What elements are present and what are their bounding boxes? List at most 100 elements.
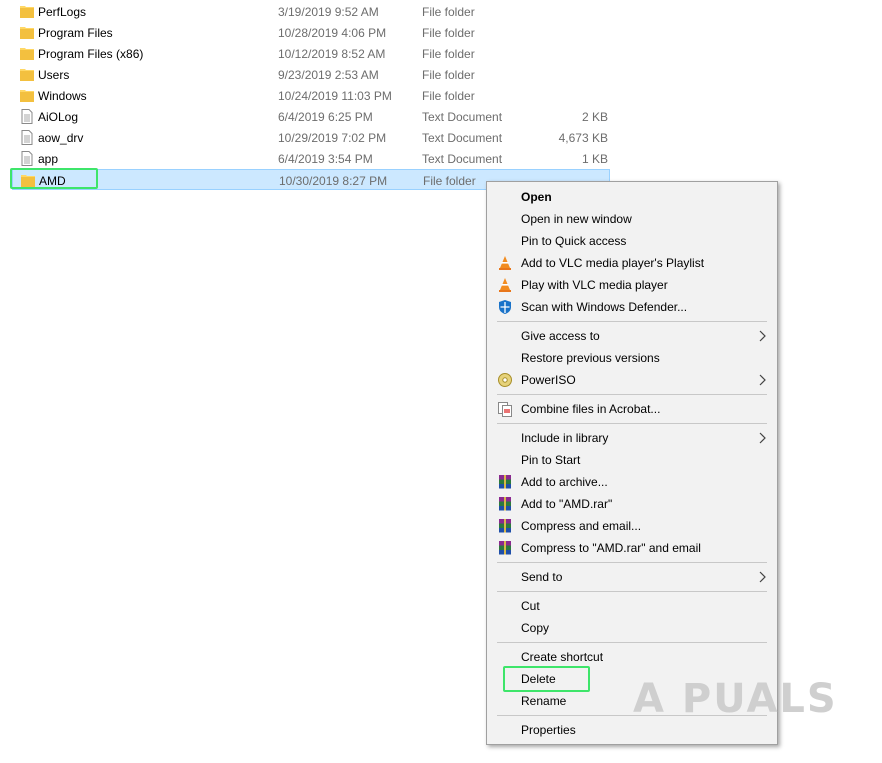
menu-item-label: Send to bbox=[521, 570, 563, 584]
winrar-icon bbox=[499, 497, 511, 511]
winrar-icon bbox=[499, 519, 511, 533]
file-type: Text Document bbox=[422, 110, 503, 124]
file-name: Windows bbox=[38, 89, 87, 103]
file-type: Text Document bbox=[422, 152, 503, 166]
file-type: File folder bbox=[422, 5, 475, 19]
file-type: File folder bbox=[422, 26, 475, 40]
file-row-users[interactable]: Users 9/23/2019 2:53 AM File folder bbox=[12, 64, 610, 85]
menu-item-compress-and-email[interactable]: Compress and email... bbox=[487, 515, 777, 537]
folder-icon bbox=[20, 69, 34, 81]
menu-item-add-to-amd-rar[interactable]: Add to "AMD.rar" bbox=[487, 493, 777, 515]
file-date: 10/24/2019 11:03 PM bbox=[278, 89, 392, 103]
file-name: app bbox=[38, 152, 59, 166]
file-date: 10/28/2019 4:06 PM bbox=[278, 26, 387, 40]
windows-defender-icon bbox=[499, 300, 511, 314]
file-row-program-files-x86[interactable]: Program Files (x86) 10/12/2019 8:52 AM F… bbox=[12, 43, 610, 64]
menu-item-add-to-vlc-playlist[interactable]: Add to VLC media player's Playlist bbox=[487, 252, 777, 274]
file-row-windows[interactable]: Windows 10/24/2019 11:03 PM File folder bbox=[12, 85, 610, 106]
folder-icon bbox=[20, 6, 34, 18]
chevron-right-icon bbox=[759, 432, 766, 444]
file-name: Users bbox=[38, 68, 70, 82]
menu-separator bbox=[497, 423, 767, 424]
menu-separator bbox=[497, 321, 767, 322]
menu-item-label: Add to archive... bbox=[521, 475, 608, 489]
poweriso-icon bbox=[498, 373, 512, 387]
menu-item-include-in-library[interactable]: Include in library bbox=[487, 427, 777, 449]
chevron-right-icon bbox=[759, 571, 766, 583]
menu-separator bbox=[497, 642, 767, 643]
menu-item-label: Add to VLC media player's Playlist bbox=[521, 256, 705, 270]
menu-item-pin-to-start[interactable]: Pin to Start bbox=[487, 449, 777, 471]
winrar-icon bbox=[499, 475, 511, 489]
file-date: 10/29/2019 7:02 PM bbox=[278, 131, 387, 145]
menu-item-label: Include in library bbox=[521, 431, 609, 445]
menu-item-create-shortcut[interactable]: Create shortcut bbox=[487, 646, 777, 668]
file-type: Text Document bbox=[422, 131, 503, 145]
menu-separator bbox=[497, 591, 767, 592]
file-name: Program Files bbox=[38, 26, 113, 40]
winrar-icon bbox=[499, 541, 511, 555]
menu-item-open-in-new-window[interactable]: Open in new window bbox=[487, 208, 777, 230]
file-date: 6/4/2019 3:54 PM bbox=[278, 152, 373, 166]
menu-item-pin-to-quick-access[interactable]: Pin to Quick access bbox=[487, 230, 777, 252]
menu-item-label: Cut bbox=[521, 599, 540, 613]
menu-item-label: Open in new window bbox=[521, 212, 632, 226]
menu-item-open[interactable]: Open bbox=[487, 186, 777, 208]
menu-item-label: PowerISO bbox=[521, 373, 576, 387]
vlc-icon bbox=[499, 256, 511, 270]
menu-item-add-to-archive[interactable]: Add to archive... bbox=[487, 471, 777, 493]
file-date: 9/23/2019 2:53 AM bbox=[278, 68, 379, 82]
file-name: PerfLogs bbox=[38, 5, 87, 19]
appuals-watermark: A PUALS bbox=[633, 676, 853, 726]
file-date: 6/4/2019 6:25 PM bbox=[278, 110, 373, 124]
file-date: 10/30/2019 8:27 PM bbox=[279, 174, 388, 188]
menu-item-copy[interactable]: Copy bbox=[487, 617, 777, 639]
folder-icon bbox=[20, 48, 34, 60]
menu-separator bbox=[497, 394, 767, 395]
acrobat-icon bbox=[498, 402, 512, 417]
menu-item-give-access-to[interactable]: Give access to bbox=[487, 325, 777, 347]
menu-item-label: Give access to bbox=[521, 329, 600, 343]
text-document-icon bbox=[21, 130, 33, 145]
file-date: 3/19/2019 9:52 AM bbox=[278, 5, 379, 19]
file-type: File folder bbox=[422, 68, 475, 82]
menu-item-combine-in-acrobat[interactable]: Combine files in Acrobat... bbox=[487, 398, 777, 420]
text-document-icon bbox=[21, 109, 33, 124]
file-name: AiOLog bbox=[38, 110, 79, 124]
file-size: 2 KB bbox=[581, 110, 608, 124]
menu-item-label: Copy bbox=[521, 621, 550, 635]
menu-separator bbox=[497, 562, 767, 563]
file-row-app[interactable]: app 6/4/2019 3:54 PM Text Document 1 KB bbox=[12, 148, 610, 169]
file-name: Program Files (x86) bbox=[38, 47, 144, 61]
text-document-icon bbox=[21, 151, 33, 166]
menu-item-poweriso[interactable]: PowerISO bbox=[487, 369, 777, 391]
file-size: 4,673 KB bbox=[558, 131, 608, 145]
vlc-icon bbox=[499, 278, 511, 292]
chevron-right-icon bbox=[759, 330, 766, 342]
delete-highlight-box bbox=[503, 666, 590, 692]
folder-icon bbox=[20, 27, 34, 39]
menu-item-label: Create shortcut bbox=[521, 650, 604, 664]
menu-item-compress-to-amd-rar-and-email[interactable]: Compress to "AMD.rar" and email bbox=[487, 537, 777, 559]
menu-item-label: Add to "AMD.rar" bbox=[521, 497, 613, 511]
file-size: 1 KB bbox=[581, 152, 608, 166]
file-name: aow_drv bbox=[38, 131, 84, 145]
file-row-perflogs[interactable]: PerfLogs 3/19/2019 9:52 AM File folder bbox=[12, 1, 610, 22]
menu-item-cut[interactable]: Cut bbox=[487, 595, 777, 617]
menu-item-send-to[interactable]: Send to bbox=[487, 566, 777, 588]
menu-item-label: Open bbox=[521, 190, 552, 204]
file-row-program-files[interactable]: Program Files 10/28/2019 4:06 PM File fo… bbox=[12, 22, 610, 43]
menu-item-scan-with-defender[interactable]: Scan with Windows Defender... bbox=[487, 296, 777, 318]
file-row-aiolog[interactable]: AiOLog 6/4/2019 6:25 PM Text Document 2 … bbox=[12, 106, 610, 127]
file-type: File folder bbox=[422, 89, 475, 103]
chevron-right-icon bbox=[759, 374, 766, 386]
menu-item-restore-previous-versions[interactable]: Restore previous versions bbox=[487, 347, 777, 369]
menu-item-label: Restore previous versions bbox=[521, 351, 660, 365]
watermark-text: A PUALS bbox=[633, 676, 838, 722]
menu-item-play-with-vlc[interactable]: Play with VLC media player bbox=[487, 274, 777, 296]
menu-item-label: Pin to Quick access bbox=[521, 234, 627, 248]
menu-item-label: Pin to Start bbox=[521, 453, 581, 467]
file-date: 10/12/2019 8:52 AM bbox=[278, 47, 386, 61]
file-row-aow-drv[interactable]: aow_drv 10/29/2019 7:02 PM Text Document… bbox=[12, 127, 610, 148]
menu-item-label: Scan with Windows Defender... bbox=[521, 300, 688, 314]
